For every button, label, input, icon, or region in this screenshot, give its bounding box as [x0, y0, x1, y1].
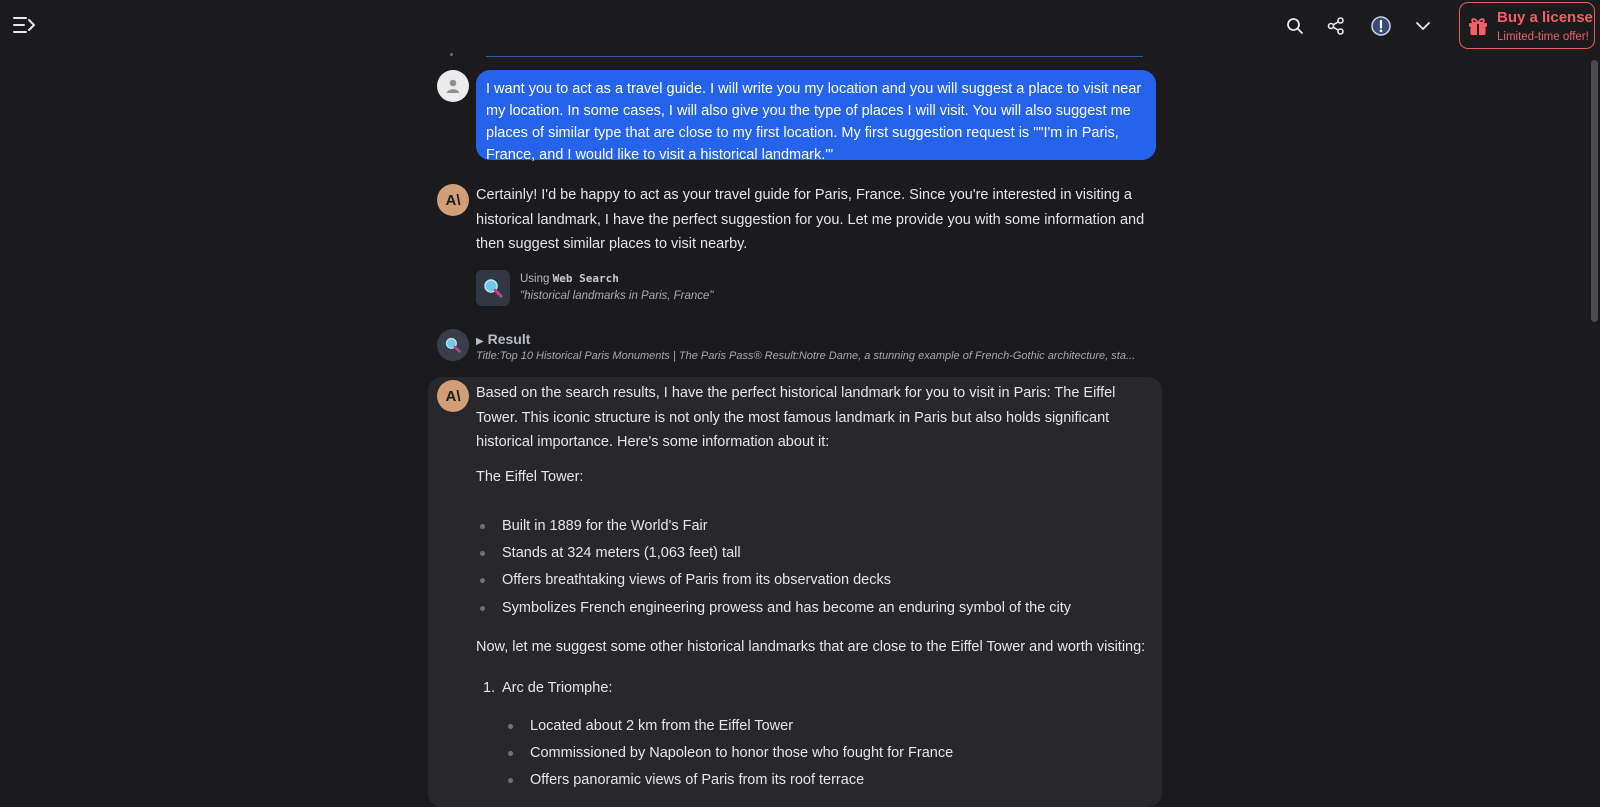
tool-query: "historical landmarks in Paris, France"	[520, 290, 714, 302]
list-bullet	[480, 551, 485, 556]
ai-avatar-label: A\	[445, 387, 461, 405]
list-item: Built in 1889 for the World's Fair	[502, 518, 708, 534]
list-item: Located about 2 km from the Eiffel Tower	[530, 718, 794, 734]
list-item: Commissioned by Napoleon to honor those …	[530, 745, 954, 761]
share-icon[interactable]	[1322, 12, 1350, 40]
message-divider	[486, 56, 1143, 57]
scrollbar[interactable]	[1588, 52, 1600, 790]
list-number: 1.	[483, 680, 496, 696]
ai-avatar: A\	[437, 184, 469, 216]
list-item: Arc de Triomphe:	[502, 680, 613, 696]
top-bar: Buy a license Limited-time offer!	[0, 0, 1600, 52]
user-avatar	[437, 70, 469, 102]
list-bullet	[508, 778, 513, 783]
search-result-avatar	[437, 329, 469, 361]
ai-response-heading: The Eiffel Tower:	[476, 469, 584, 485]
list-item: Stands at 324 meters (1,063 feet) tall	[502, 545, 741, 561]
list-bullet	[480, 578, 485, 583]
list-bullet	[508, 724, 513, 729]
buy-license-label: Buy a license	[1497, 9, 1593, 26]
user-icon	[446, 79, 460, 93]
list-item: Offers breathtaking views of Paris from …	[502, 572, 891, 588]
sidebar-toggle-icon[interactable]	[12, 13, 38, 39]
search-icon[interactable]	[1281, 12, 1309, 40]
ai-response-intro: Based on the search results, I have the …	[476, 385, 1116, 450]
user-message-bubble: I want you to act as a travel guide. I w…	[476, 70, 1156, 163]
list-item: Symbolizes French engineering prowess an…	[502, 600, 1072, 616]
result-toggle[interactable]: ▶ Result	[476, 331, 530, 347]
magnifier-icon	[484, 279, 503, 298]
buy-license-button[interactable]: Buy a license Limited-time offer!	[1459, 2, 1595, 49]
result-snippet: Title:Top 10 Historical Paris Monuments …	[476, 350, 1136, 362]
tool-name: Web Search	[552, 272, 619, 285]
ai-message-text: Certainly! I'd be happy to act as your t…	[476, 187, 1145, 252]
scrollbar-thumb[interactable]	[1591, 60, 1598, 322]
limited-offer-label: Limited-time offer!	[1497, 31, 1589, 43]
list-bullet	[508, 751, 513, 756]
chevron-down-icon[interactable]	[1409, 12, 1437, 40]
magnifier-icon	[445, 337, 461, 353]
list-bullet	[480, 524, 485, 529]
alert-icon[interactable]	[1367, 12, 1395, 40]
gift-icon	[1466, 14, 1490, 43]
result-toggle-label: Result	[487, 331, 531, 347]
expand-triangle-icon: ▶	[476, 336, 484, 347]
ai-avatar: A\	[437, 380, 469, 412]
tool-using-label: Using Web Search	[520, 272, 619, 285]
list-bullet	[480, 606, 485, 611]
divider-dot	[450, 53, 453, 56]
ai-response-transition: Now, let me suggest some other historica…	[476, 639, 1146, 655]
tool-using-prefix: Using	[520, 273, 550, 285]
ai-avatar-label: A\	[445, 191, 461, 209]
web-search-tool-icon	[476, 270, 510, 306]
list-item: Offers panoramic views of Paris from its…	[530, 772, 865, 788]
